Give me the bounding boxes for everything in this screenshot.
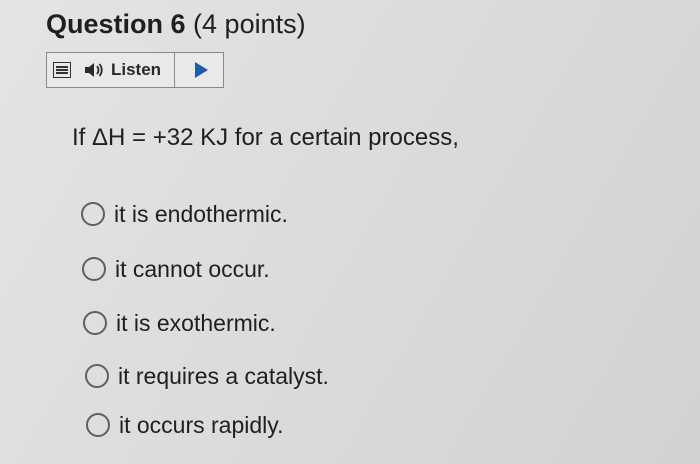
question-header: Question 6 (4 points) [46,8,306,40]
answer-option-label: it cannot occur. [115,256,270,282]
answer-option-label: it requires a catalyst. [118,363,329,389]
listen-label: Listen [111,60,162,79]
radio-button[interactable] [83,311,107,335]
answer-option-label: it is endothermic. [114,201,288,227]
play-icon [194,62,208,78]
answer-option[interactable]: it cannot occur. [82,255,270,283]
radio-button[interactable] [81,202,105,226]
answer-option-label: it is exothermic. [116,310,276,336]
radio-button[interactable] [85,364,109,388]
answer-option-label: it occurs rapidly. [119,412,284,438]
radio-button[interactable] [82,257,106,281]
answer-option[interactable]: it requires a catalyst. [85,362,329,390]
question-points: (4 points) [193,9,306,39]
answer-option[interactable]: it occurs rapidly. [86,411,283,439]
radio-button[interactable] [86,413,110,437]
answer-option[interactable]: it is endothermic. [81,200,288,228]
answer-option[interactable]: it is exothermic. [83,309,276,337]
speaker-icon [85,63,103,77]
question-stem: If ΔH = +32 KJ for a certain process, [72,124,459,151]
listen-widget: Listen [46,52,224,88]
listen-button[interactable]: Listen [47,53,175,87]
question-number: Question 6 [46,9,186,39]
play-button[interactable] [175,53,223,87]
menu-icon[interactable] [53,62,71,78]
